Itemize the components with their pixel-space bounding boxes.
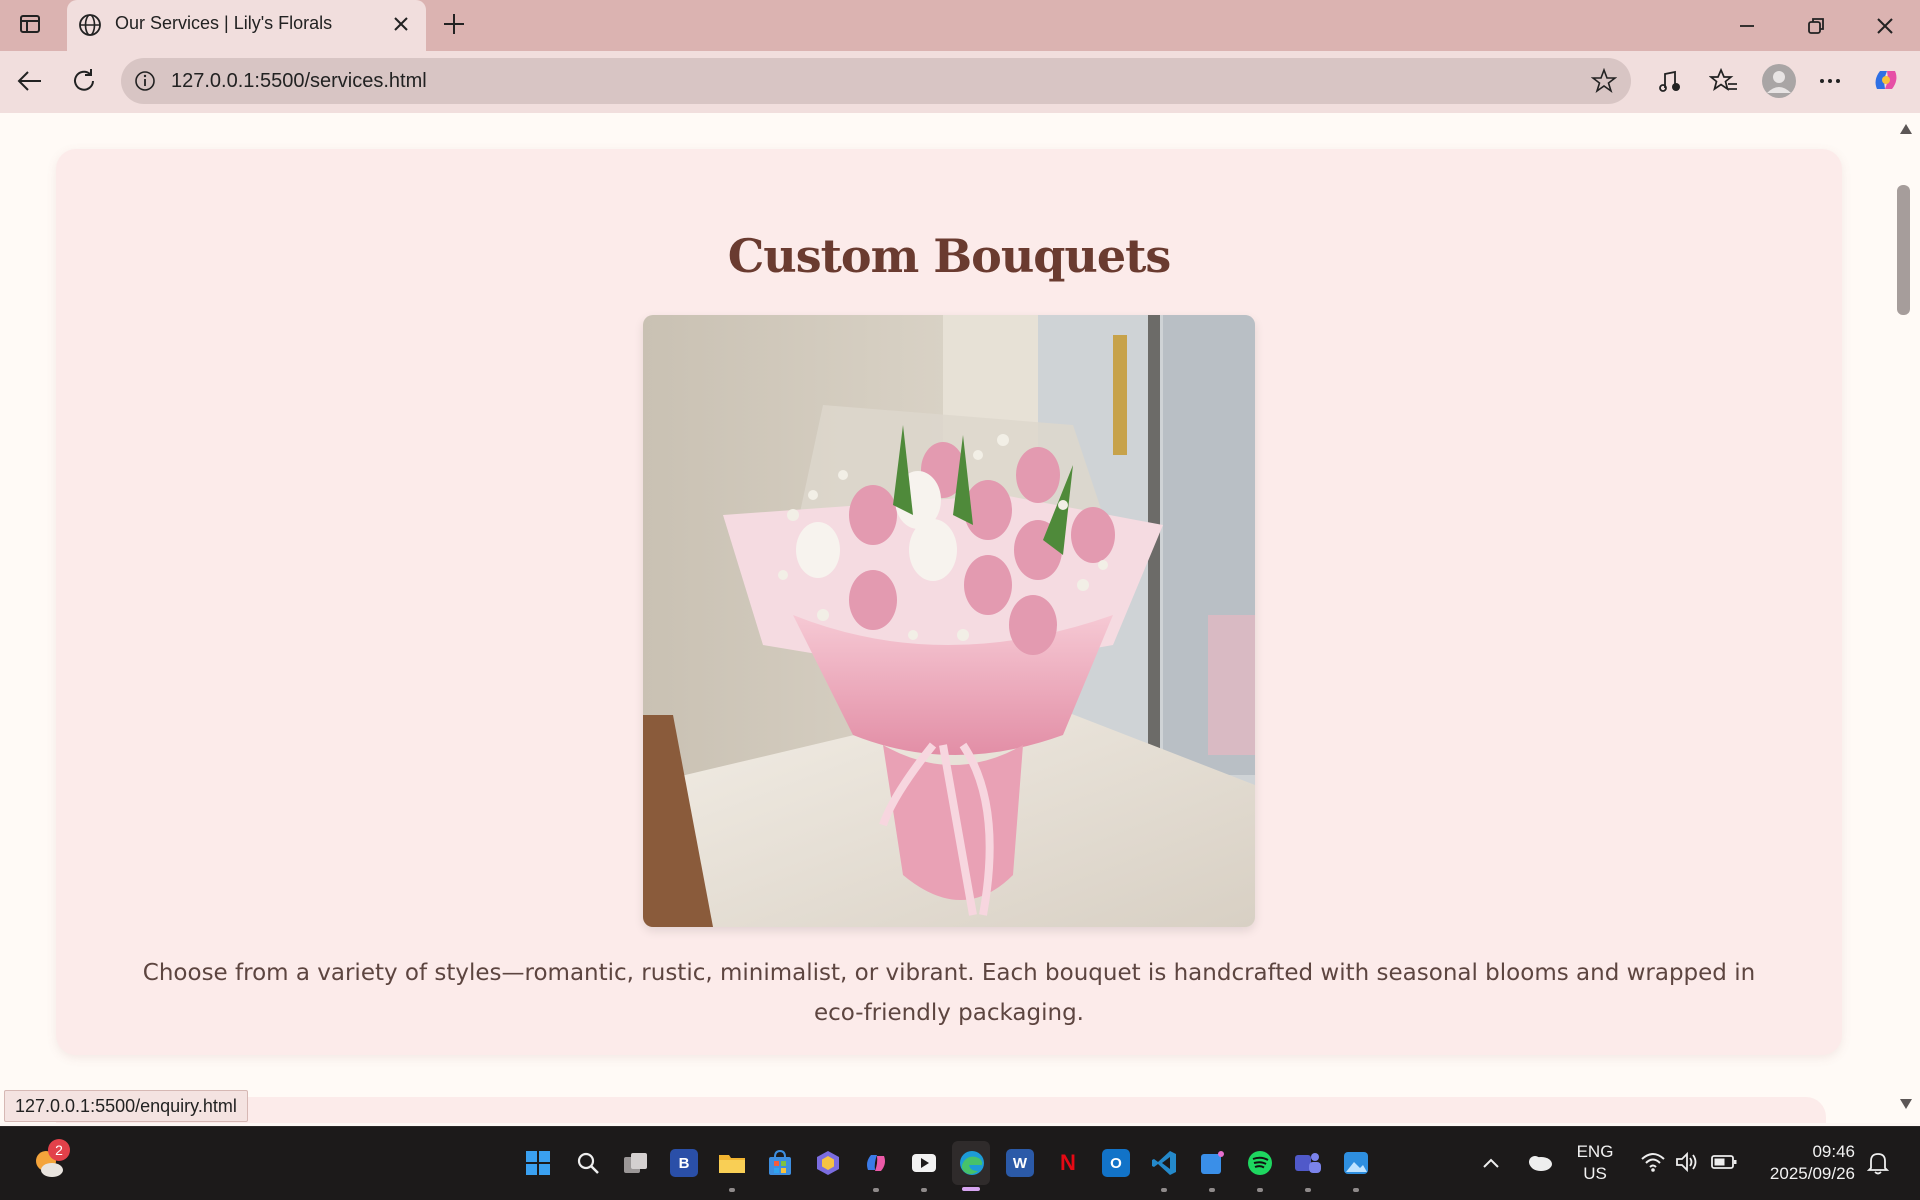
browser-tab[interactable]: Our Services | Lily's Florals	[67, 0, 426, 51]
copilot-icon[interactable]	[1869, 63, 1903, 97]
battery-icon[interactable]	[1710, 1152, 1738, 1172]
clock-date: 2025/09/26	[1769, 1164, 1855, 1183]
running-indicator	[1161, 1188, 1167, 1192]
service-description: Choose from a variety of styles—romantic…	[142, 960, 1756, 1026]
refresh-icon[interactable]	[69, 66, 99, 96]
running-indicator	[921, 1188, 927, 1192]
tab-title: Our Services | Lily's Florals	[115, 13, 333, 33]
next-service-card	[56, 1097, 1826, 1123]
store-icon[interactable]	[766, 1149, 794, 1177]
site-info-icon[interactable]	[133, 69, 157, 93]
restore-icon[interactable]	[1802, 12, 1830, 40]
scroll-up-arrow-icon[interactable]	[1899, 123, 1913, 135]
title-bar: Our Services | Lily's Florals	[0, 0, 1920, 51]
running-indicator	[873, 1188, 879, 1192]
teams-icon[interactable]	[1294, 1149, 1322, 1177]
minimize-icon[interactable]	[1733, 12, 1761, 40]
link-status-bar: 127.0.0.1:5500/enquiry.html	[4, 1090, 248, 1122]
page-viewport: Custom Bouquets Choose from a variety of…	[0, 113, 1920, 1123]
word-icon[interactable]: W	[1006, 1149, 1034, 1177]
active-app-indicator	[962, 1187, 980, 1191]
outlook-icon[interactable]: O	[1102, 1149, 1130, 1177]
running-indicator	[1353, 1188, 1359, 1192]
running-indicator	[1209, 1188, 1215, 1192]
profile-avatar-icon[interactable]	[1761, 63, 1797, 99]
scrollbar-thumb[interactable]	[1897, 185, 1910, 315]
tab-actions-icon[interactable]	[18, 12, 42, 36]
edge-icon[interactable]	[958, 1149, 986, 1177]
favorite-star-icon[interactable]	[1591, 68, 1617, 94]
region-code: US	[1583, 1164, 1607, 1183]
task-view-icon[interactable]	[622, 1149, 650, 1177]
app-hex-icon[interactable]	[814, 1149, 842, 1177]
netflix-icon[interactable]: N	[1054, 1149, 1082, 1177]
running-indicator	[1305, 1188, 1311, 1192]
search-icon[interactable]	[574, 1149, 602, 1177]
clock-time: 09:46	[1812, 1142, 1855, 1161]
chevron-up-icon[interactable]	[1480, 1152, 1502, 1174]
spotify-icon[interactable]	[1246, 1149, 1274, 1177]
url-text[interactable]: 127.0.0.1:5500/services.html	[171, 70, 427, 93]
close-window-icon[interactable]	[1871, 12, 1899, 40]
wifi-icon[interactable]	[1640, 1150, 1666, 1174]
media-icon[interactable]	[910, 1149, 938, 1177]
language-code: ENG	[1576, 1142, 1614, 1161]
photos-icon[interactable]	[1342, 1149, 1370, 1177]
todo-icon[interactable]	[1198, 1149, 1226, 1177]
notification-bell-icon[interactable]	[1866, 1150, 1890, 1176]
clock[interactable]: 09:46 2025/09/26	[1755, 1141, 1855, 1185]
copilot-app-icon[interactable]	[862, 1149, 890, 1177]
address-bar[interactable]: 127.0.0.1:5500/services.html	[121, 58, 1631, 104]
language-indicator[interactable]: ENG US	[1574, 1141, 1616, 1185]
service-card: Custom Bouquets Choose from a variety of…	[56, 149, 1842, 1055]
volume-icon[interactable]	[1674, 1150, 1700, 1174]
onedrive-cloud-icon[interactable]	[1524, 1150, 1554, 1174]
weather-badge: 2	[48, 1139, 70, 1161]
read-aloud-icon[interactable]	[1655, 66, 1685, 96]
b-app-icon[interactable]: B	[670, 1149, 698, 1177]
running-indicator	[729, 1188, 735, 1192]
running-indicator	[1257, 1188, 1263, 1192]
close-tab-icon[interactable]	[390, 13, 412, 35]
scroll-down-arrow-icon[interactable]	[1899, 1098, 1913, 1110]
favorites-icon[interactable]	[1709, 66, 1739, 96]
more-options-icon[interactable]	[1815, 66, 1845, 96]
bouquet-image	[643, 315, 1255, 927]
start-icon[interactable]	[524, 1149, 552, 1177]
back-icon[interactable]	[15, 66, 45, 96]
globe-icon	[79, 14, 101, 36]
service-heading: Custom Bouquets	[727, 229, 1172, 283]
vscode-icon[interactable]	[1150, 1149, 1178, 1177]
new-tab-icon[interactable]	[440, 10, 468, 38]
file-explorer-icon[interactable]	[718, 1149, 746, 1177]
